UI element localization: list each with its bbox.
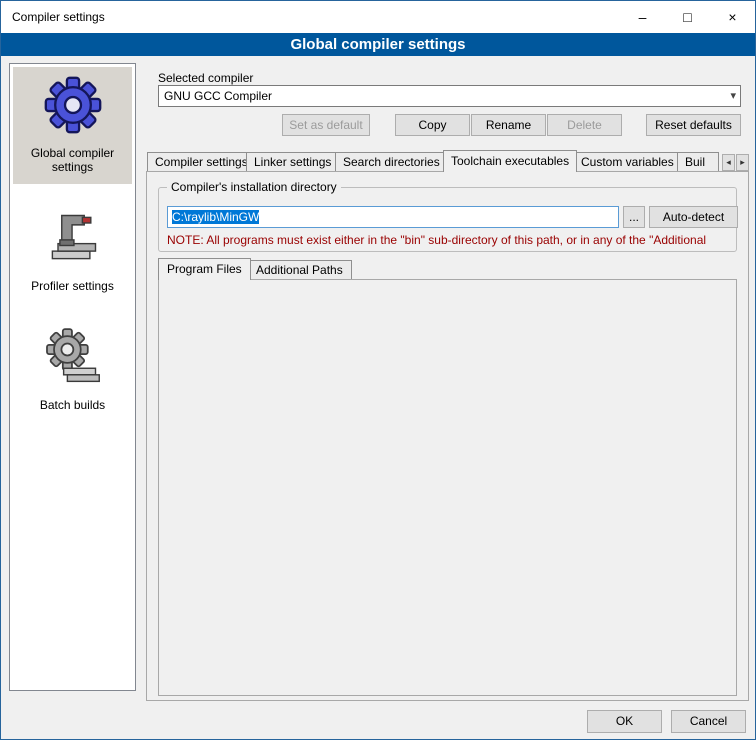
selected-compiler-dropdown[interactable]: GNU GCC Compiler ▾ (158, 85, 741, 107)
tab-custom-variables[interactable]: Custom variables (573, 152, 682, 172)
subtab-program-files[interactable]: Program Files (158, 258, 251, 280)
sidebar-item-label: Global compiler settings (15, 146, 130, 174)
tab-build-options[interactable]: Buil (677, 152, 719, 172)
copy-button[interactable]: Copy (395, 114, 470, 136)
sidebar-item-batch-builds[interactable]: Batch builds (13, 319, 132, 422)
reset-defaults-button[interactable]: Reset defaults (646, 114, 741, 136)
cancel-button[interactable]: Cancel (671, 710, 746, 733)
chevron-down-icon: ▾ (730, 86, 736, 106)
installation-directory-value: C:\raylib\MinGW (172, 210, 259, 224)
compiler-settings-dialog: Compiler settings – □ × Global compiler … (0, 0, 756, 740)
installation-directory-group-title: Compiler's installation directory (167, 180, 341, 194)
gear-gray-icon (43, 327, 103, 390)
tab-scroll-left-icon[interactable]: ◂ (722, 154, 735, 171)
titlebar: Compiler settings – □ × (1, 1, 755, 33)
maximize-icon[interactable]: □ (665, 2, 710, 33)
browse-directory-button[interactable]: ... (623, 206, 645, 228)
sidebar-item-label: Profiler settings (31, 279, 114, 293)
auto-detect-button[interactable]: Auto-detect (649, 206, 738, 228)
sidebar-item-label: Batch builds (40, 398, 105, 412)
minimize-icon[interactable]: – (620, 2, 665, 33)
program-files-panel (158, 279, 737, 696)
gear-blue-icon (43, 75, 103, 138)
page-title: Global compiler settings (1, 33, 755, 56)
tab-compiler-settings[interactable]: Compiler settings (147, 152, 256, 172)
delete-button[interactable]: Delete (547, 114, 622, 136)
sidebar-item-global-compiler-settings[interactable]: Global compiler settings (13, 67, 132, 184)
sidebar-item-profiler-settings[interactable]: Profiler settings (13, 200, 132, 303)
tab-scroll-right-icon[interactable]: ▸ (736, 154, 749, 171)
subtab-additional-paths[interactable]: Additional Paths (247, 260, 352, 280)
installation-directory-input[interactable]: C:\raylib\MinGW (167, 206, 619, 228)
sidebar: Global compiler settings Profiler settin… (9, 63, 136, 691)
tab-search-directories[interactable]: Search directories (335, 152, 448, 172)
window-title: Compiler settings (1, 10, 620, 24)
tab-linker-settings[interactable]: Linker settings (246, 152, 339, 172)
profiler-tool-icon (43, 208, 103, 271)
tab-toolchain-executables[interactable]: Toolchain executables (443, 150, 577, 172)
ok-button[interactable]: OK (587, 710, 662, 733)
note-text: NOTE: All programs must exist either in … (167, 233, 737, 247)
rename-button[interactable]: Rename (471, 114, 546, 136)
selected-compiler-value: GNU GCC Compiler (164, 89, 272, 103)
close-icon[interactable]: × (710, 2, 755, 33)
set-as-default-button[interactable]: Set as default (282, 114, 370, 136)
